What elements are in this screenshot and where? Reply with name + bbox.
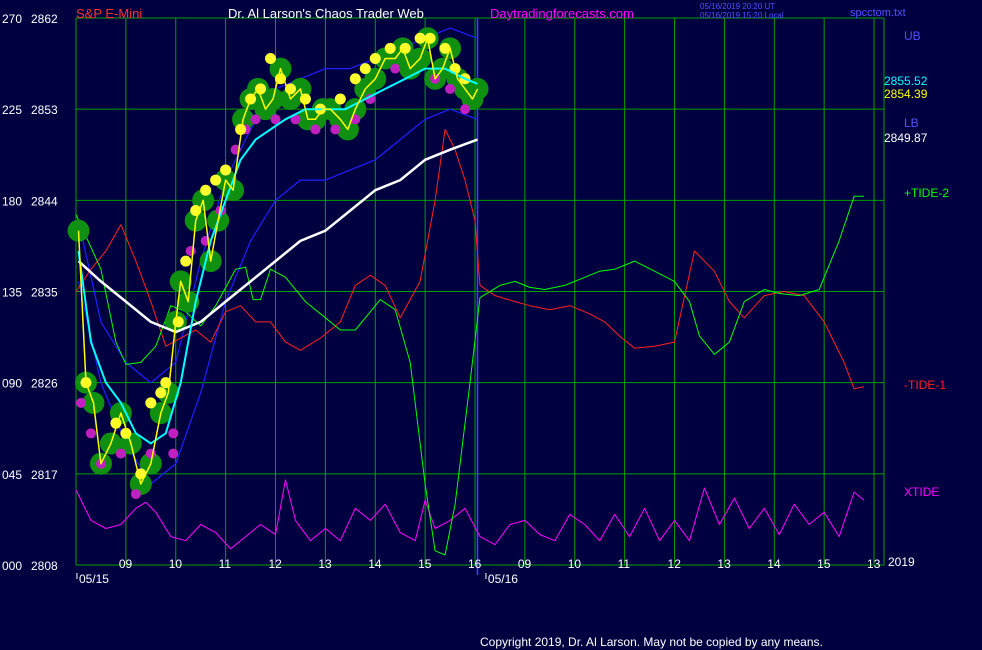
- yellow-value: 2854.39: [884, 87, 928, 101]
- x-hour-tick: 15: [817, 557, 831, 571]
- y-index-tick: 225: [2, 103, 22, 117]
- x-hour-tick: 13: [867, 557, 881, 571]
- y-price-tick: 2826: [31, 377, 58, 391]
- x-hour-tick: 16: [468, 557, 482, 571]
- high-marker: [369, 53, 381, 65]
- high-marker: [349, 73, 361, 85]
- copyright-label: Copyright 2019, Dr. Al Larson. May not b…: [480, 635, 823, 649]
- low-marker: [250, 114, 261, 125]
- x-hour-tick: 09: [119, 557, 133, 571]
- low-marker: [330, 124, 341, 135]
- ub-label: UB: [904, 29, 921, 43]
- title-label: Dr. Al Larson's Chaos Trader Web: [228, 6, 424, 21]
- year-label: 2019: [888, 555, 915, 569]
- x-hour-tick: 13: [717, 557, 731, 571]
- low-marker: [185, 245, 196, 256]
- x-hour-tick: 14: [767, 557, 781, 571]
- low-marker: [85, 428, 96, 439]
- low-marker: [145, 448, 156, 459]
- high-marker: [334, 93, 346, 105]
- x-hour-tick: 10: [169, 557, 183, 571]
- high-marker: [399, 42, 411, 54]
- x-hour-tick: 11: [618, 557, 631, 571]
- low-marker: [310, 124, 321, 135]
- high-marker: [145, 397, 157, 409]
- x-hour-tick: 15: [418, 557, 432, 571]
- file-label: spcctom.txt: [850, 7, 906, 19]
- x-hour-tick: 10: [568, 557, 582, 571]
- low-marker: [168, 448, 179, 459]
- high-marker: [155, 387, 167, 399]
- high-marker: [414, 32, 426, 44]
- high-marker: [265, 53, 277, 65]
- x-date-label: 05/16: [488, 572, 518, 586]
- high-marker: [384, 42, 396, 54]
- chaos-chart: 270 2862 225 2853 180 2844 135 2835 090 2826 045 28…: [0, 0, 982, 650]
- x-hour-tick: 14: [368, 557, 382, 571]
- high-marker: [359, 63, 371, 75]
- y-price-tick: 2862: [31, 12, 58, 26]
- cyan-value: 2855.52: [884, 74, 928, 88]
- x-hour-tick: 12: [269, 557, 283, 571]
- low-marker: [445, 83, 456, 94]
- high-marker: [200, 184, 212, 196]
- y-index-tick: 045: [2, 468, 22, 482]
- legend-tide1: -TIDE-1: [904, 378, 946, 392]
- high-marker: [172, 316, 184, 328]
- low-marker: [390, 63, 401, 74]
- high-marker: [180, 255, 192, 267]
- x-hour-tick: 11: [219, 557, 232, 571]
- background: [0, 0, 982, 650]
- low-marker: [115, 448, 126, 459]
- high-marker: [210, 174, 222, 186]
- y-price-tick: 2835: [31, 286, 58, 300]
- lb-label: LB: [904, 116, 919, 130]
- low-marker: [168, 428, 179, 439]
- low-marker: [460, 104, 471, 115]
- x-hour-tick: 09: [518, 557, 532, 571]
- legend-xtide: XTIDE: [904, 485, 939, 499]
- y-index-tick: 090: [2, 377, 22, 391]
- high-marker: [220, 164, 232, 176]
- y-price-tick: 2817: [31, 468, 58, 482]
- y-price-tick: 2844: [31, 194, 58, 208]
- x-date-label: 05/15: [79, 572, 109, 586]
- x-hour-tick: 13: [318, 557, 332, 571]
- high-marker: [255, 83, 267, 95]
- stamp-local: 05/16/2019 15:20 Local: [700, 11, 784, 20]
- y-index-tick: 000: [2, 559, 22, 573]
- y-price-tick: 2808: [31, 559, 58, 573]
- y-index-tick: 180: [2, 194, 22, 208]
- site-label[interactable]: Daytradingforecasts.com: [490, 6, 634, 21]
- y-index-tick: 270: [2, 12, 22, 26]
- legend-tide2: +TIDE-2: [904, 186, 949, 200]
- symbol-label: S&P E-Mini: [76, 6, 142, 21]
- stamp-ut: 05/16/2019 20:20 UT: [700, 2, 775, 11]
- white-value: 2849.87: [884, 131, 928, 145]
- y-index-tick: 135: [2, 286, 22, 300]
- low-marker: [130, 489, 141, 500]
- x-hour-tick: 12: [668, 557, 682, 571]
- low-marker: [75, 397, 86, 408]
- y-price-tick: 2853: [31, 103, 58, 117]
